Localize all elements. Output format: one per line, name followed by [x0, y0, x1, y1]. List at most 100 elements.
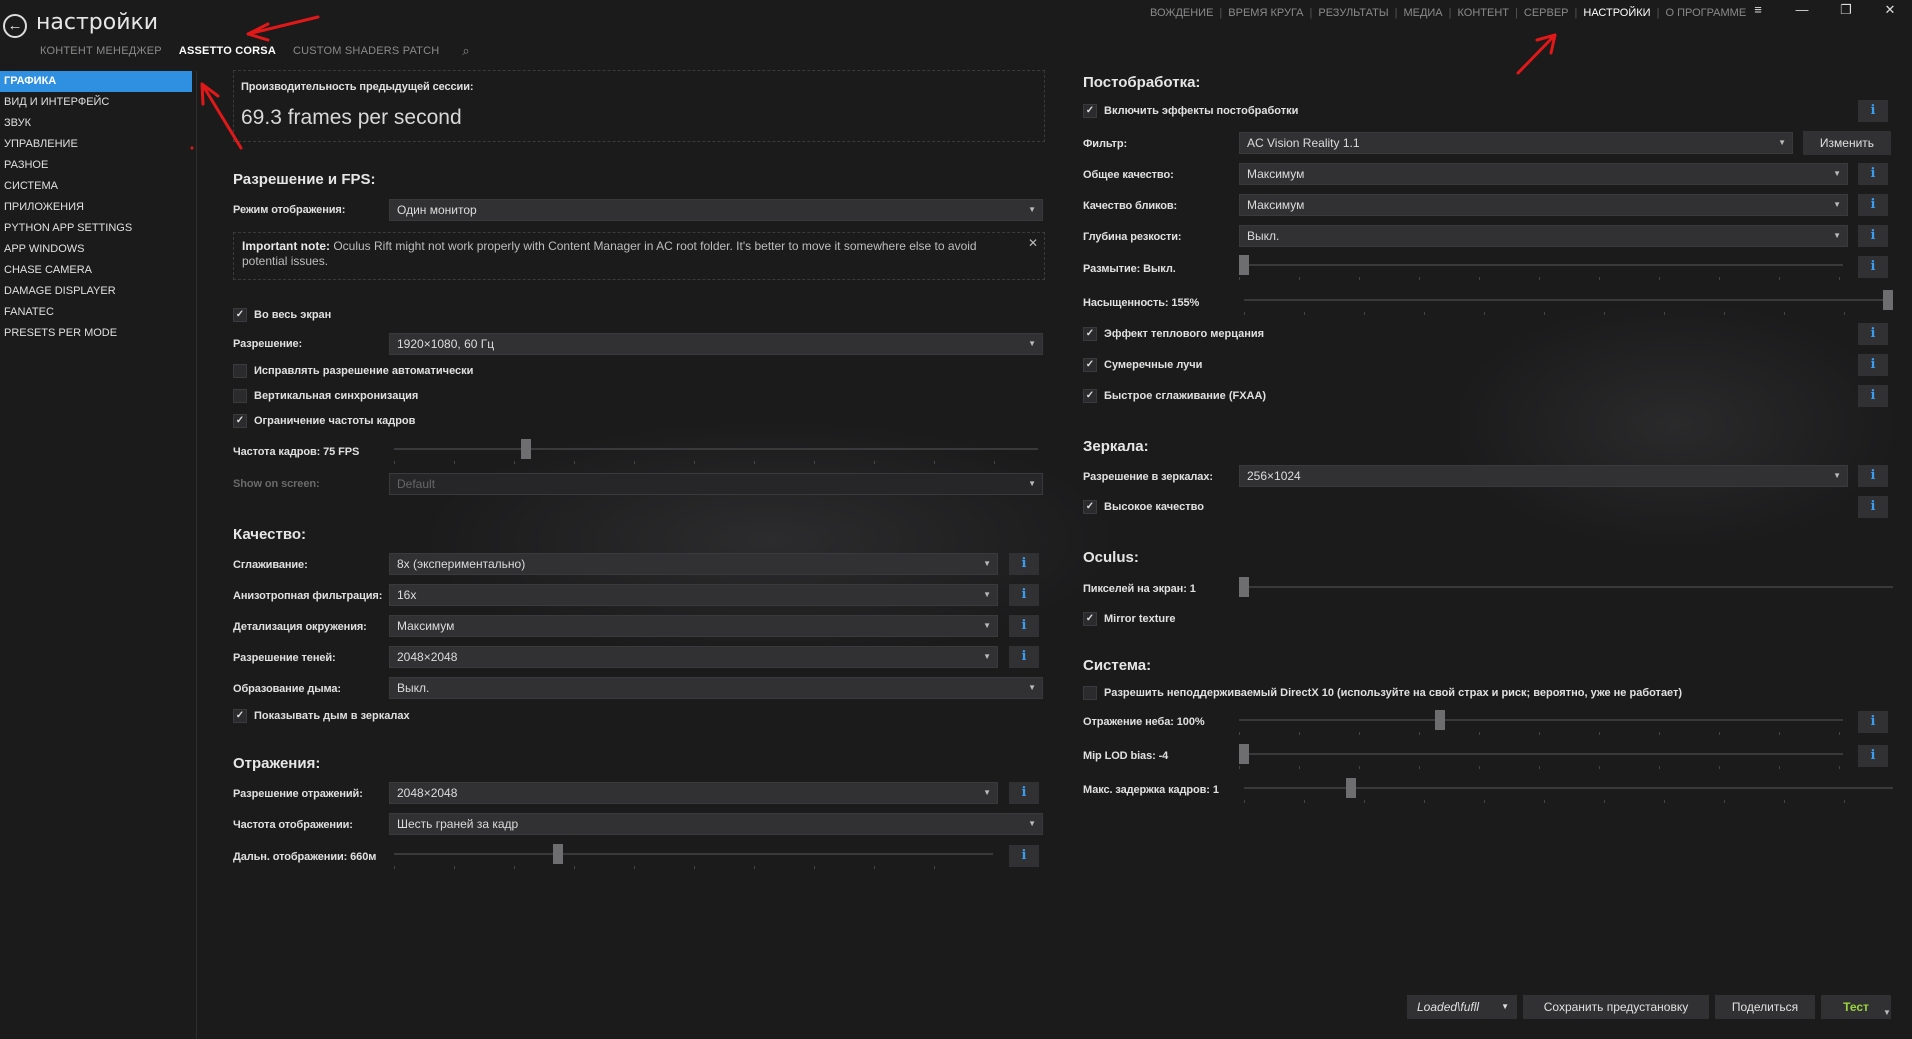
frame-latency-slider[interactable] — [1244, 778, 1893, 803]
sidebar-item-view-interface[interactable]: ВИД И ИНТЕРФЕЙС — [0, 92, 196, 113]
nav-settings[interactable]: НАСТРОЙКИ — [1583, 7, 1650, 19]
info-icon[interactable]: i — [1858, 163, 1888, 185]
close-note-icon[interactable]: ✕ — [1028, 236, 1038, 250]
mirror-res-dropdown[interactable]: 256×1024 ▼ — [1239, 465, 1848, 487]
glare-quality-dropdown[interactable]: Максимум ▼ — [1239, 194, 1848, 216]
auto-fix-resolution-checkbox[interactable]: Исправлять разрешение автоматически — [233, 364, 473, 378]
info-icon[interactable]: i — [1858, 194, 1888, 216]
test-button[interactable]: Тест — [1821, 995, 1891, 1019]
sidebar-item-graphics[interactable]: ГРАФИКА — [0, 71, 192, 92]
info-icon[interactable]: i — [1009, 584, 1039, 606]
minimize-button[interactable]: — — [1780, 0, 1824, 22]
sky-reflection-slider[interactable] — [1239, 710, 1843, 735]
slider-thumb[interactable] — [1239, 577, 1249, 597]
smoke-dropdown[interactable]: Выкл. ▼ — [389, 677, 1043, 699]
nav-about[interactable]: О ПРОГРАММЕ — [1665, 7, 1746, 19]
sidebar-item-controls[interactable]: УПРАВЛЕНИЕ — [0, 134, 196, 155]
resolution-dropdown[interactable]: 1920×1080, 60 Гц ▼ — [389, 333, 1043, 355]
sidebar-item-misc[interactable]: РАЗНОЕ — [0, 155, 196, 176]
sidebar-item-fanatec[interactable]: FANATEC — [0, 302, 196, 323]
mirror-texture-checkbox[interactable]: ✓ Mirror texture — [1083, 612, 1176, 626]
slider-thumb[interactable] — [553, 844, 563, 864]
info-icon[interactable]: i — [1858, 225, 1888, 247]
slider-thumb[interactable] — [1239, 255, 1249, 275]
info-icon[interactable]: i — [1009, 553, 1039, 575]
sidebar-item-system[interactable]: СИСТЕМА — [0, 176, 196, 197]
blur-slider[interactable] — [1239, 255, 1843, 280]
oculus-pixels-slider[interactable] — [1239, 577, 1893, 597]
info-icon[interactable]: i — [1009, 845, 1039, 867]
world-detail-dropdown[interactable]: Максимум ▼ — [389, 615, 998, 637]
info-icon[interactable]: i — [1858, 745, 1888, 767]
subtab-assetto-corsa[interactable]: ASSETTO CORSA — [179, 45, 276, 59]
info-icon[interactable]: i — [1858, 465, 1888, 487]
preset-dropdown[interactable]: Loaded\fufll ▼ — [1407, 995, 1517, 1019]
slider-thumb[interactable] — [521, 439, 531, 459]
mip-lod-slider[interactable] — [1239, 744, 1843, 769]
vsync-checkbox[interactable]: Вертикальная синхронизация — [233, 389, 418, 403]
slider-thumb[interactable] — [1435, 710, 1445, 730]
reflection-freq-dropdown[interactable]: Шесть граней за кадр ▼ — [389, 813, 1043, 835]
info-icon[interactable]: i — [1858, 354, 1888, 376]
nav-content[interactable]: КОНТЕНТ — [1458, 7, 1510, 19]
dof-dropdown[interactable]: Выкл. ▼ — [1239, 225, 1848, 247]
sidebar-item-python-app-settings[interactable]: PYTHON APP SETTINGS — [0, 218, 196, 239]
back-button[interactable]: ← — [3, 14, 27, 38]
subtab-content-manager[interactable]: КОНТЕНТ МЕНЕДЖЕР — [40, 45, 162, 59]
info-icon[interactable]: i — [1009, 646, 1039, 668]
change-filter-button[interactable]: Изменить — [1803, 131, 1891, 155]
info-icon[interactable]: i — [1858, 100, 1888, 122]
slider-thumb[interactable] — [1883, 290, 1893, 310]
info-icon[interactable]: i — [1858, 385, 1888, 407]
note-text: Oculus Rift might not work properly with… — [242, 239, 977, 268]
info-icon[interactable]: i — [1858, 256, 1888, 278]
info-icon[interactable]: i — [1009, 615, 1039, 637]
show-on-screen-dropdown[interactable]: Default ▼ — [389, 473, 1043, 495]
info-icon[interactable]: i — [1009, 782, 1039, 804]
info-icon[interactable]: i — [1858, 323, 1888, 345]
menu-icon[interactable]: ≡ — [1736, 0, 1780, 22]
subtab-custom-shaders-patch[interactable]: CUSTOM SHADERS PATCH — [293, 45, 439, 59]
info-icon[interactable]: i — [1858, 711, 1888, 733]
shadows-label: Разрешение теней: — [233, 652, 336, 664]
fps-limit-checkbox[interactable]: ✓ Ограничение частоты кадров — [233, 414, 415, 428]
close-button[interactable]: ✕ — [1868, 0, 1912, 22]
sunrays-checkbox[interactable]: ✓ Сумеречные лучи — [1083, 358, 1202, 372]
nav-lap-times[interactable]: ВРЕМЯ КРУГА — [1228, 7, 1303, 19]
sidebar-item-chase-camera[interactable]: CHASE CAMERA — [0, 260, 196, 281]
heat-shimmer-checkbox[interactable]: ✓ Эффект теплового мерцания — [1083, 327, 1264, 341]
nav-results[interactable]: РЕЗУЛЬТАТЫ — [1318, 7, 1388, 19]
sidebar-item-apps[interactable]: ПРИЛОЖЕНИЯ — [0, 197, 196, 218]
shadows-dropdown[interactable]: 2048×2048 ▼ — [389, 646, 998, 668]
search-icon[interactable]: ⌕ — [462, 43, 469, 59]
sidebar-item-sound[interactable]: ЗВУК — [0, 113, 196, 134]
aniso-dropdown[interactable]: 16x ▼ — [389, 584, 998, 606]
fullscreen-checkbox[interactable]: ✓ Во весь экран — [233, 308, 331, 322]
smoke-mirrors-checkbox[interactable]: ✓ Показывать дым в зеркалах — [233, 709, 410, 723]
share-button[interactable]: Поделиться — [1715, 995, 1815, 1019]
sidebar-item-damage-displayer[interactable]: DAMAGE DISPLAYER — [0, 281, 196, 302]
display-mode-dropdown[interactable]: Один монитор ▼ — [389, 199, 1043, 221]
slider-thumb[interactable] — [1346, 778, 1356, 798]
sidebar-item-presets-per-mode[interactable]: PRESETS PER MODE — [0, 323, 196, 344]
mirror-hq-checkbox[interactable]: ✓ Высокое качество — [1083, 500, 1204, 514]
reflection-res-dropdown[interactable]: 2048×2048 ▼ — [389, 782, 998, 804]
saturation-slider[interactable] — [1244, 290, 1893, 315]
fxaa-checkbox[interactable]: ✓ Быстрое сглаживание (FXAA) — [1083, 389, 1266, 403]
test-dropdown-icon[interactable]: ▼ — [1883, 1008, 1891, 1017]
slider-thumb[interactable] — [1239, 744, 1249, 764]
postprocess-enable-checkbox[interactable]: ✓ Включить эффекты постобработки — [1083, 104, 1298, 118]
info-icon[interactable]: i — [1858, 496, 1888, 518]
restore-button[interactable]: ❐ — [1824, 0, 1868, 22]
reflection-distance-slider[interactable] — [394, 844, 993, 869]
dx10-checkbox[interactable]: Разрешить неподдерживаемый DirectX 10 (и… — [1083, 686, 1682, 700]
framerate-slider[interactable] — [394, 439, 1038, 464]
save-preset-button[interactable]: Сохранить предустановку — [1523, 995, 1709, 1019]
nav-driving[interactable]: ВОЖДЕНИЕ — [1150, 7, 1213, 19]
filter-dropdown[interactable]: AC Vision Reality 1.1 ▼ — [1239, 132, 1793, 154]
aa-dropdown[interactable]: 8x (экспериментально) ▼ — [389, 553, 998, 575]
overall-quality-dropdown[interactable]: Максимум ▼ — [1239, 163, 1848, 185]
sidebar-item-app-windows[interactable]: APP WINDOWS — [0, 239, 196, 260]
nav-server[interactable]: СЕРВЕР — [1524, 7, 1569, 19]
nav-media[interactable]: МЕДИА — [1403, 7, 1442, 19]
